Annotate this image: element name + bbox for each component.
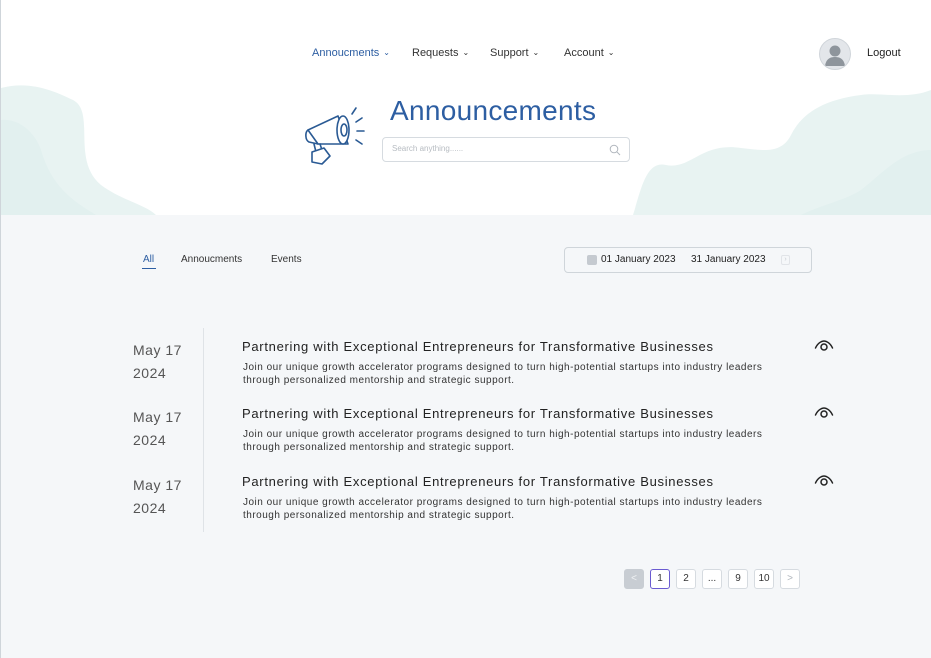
view-eye-icon[interactable] [814,474,834,488]
date-range-start[interactable]: 01 January 2023 [601,254,676,265]
user-avatar-icon[interactable] [819,38,851,70]
date-range-picker[interactable]: 01 January 2023 31 January 2023 › [564,247,812,273]
pagination-prev-button[interactable]: < [624,569,644,589]
search-input[interactable] [390,143,604,154]
calendar-icon [587,255,597,265]
item-description: Join our unique growth accelerator progr… [243,362,763,386]
top-navigation: Annoucments ⌄ Requests ⌄ Support ⌄ Accou… [0,47,931,63]
item-date-year: 2024 [133,432,167,448]
item-title[interactable]: Partnering with Exceptional Entrepreneur… [242,474,714,489]
tab-all[interactable]: All [143,254,154,265]
date-range-end[interactable]: 31 January 2023 [691,254,766,265]
pagination-page-2[interactable]: 2 [676,569,696,589]
nav-annoucments-label: Annoucments [312,47,380,59]
list-item: May 17 2024 Partnering with Exceptional … [0,339,931,408]
view-eye-icon[interactable] [814,339,834,353]
nav-requests-label: Requests [412,47,459,59]
nav-account[interactable]: Account ⌄ [564,47,614,59]
item-date-year: 2024 [133,500,167,516]
item-title[interactable]: Partnering with Exceptional Entrepreneur… [242,406,714,421]
active-tab-underline [142,268,156,269]
item-title[interactable]: Partnering with Exceptional Entrepreneur… [242,339,714,354]
clear-date-icon[interactable]: › [781,255,790,265]
tab-annoucments[interactable]: Annoucments [181,254,242,265]
nav-support-label: Support [490,47,529,59]
megaphone-icon [305,107,365,165]
search-icon[interactable] [609,144,621,156]
item-date-month-day: May 17 [133,477,182,493]
search-box [382,137,630,162]
chevron-down-icon: ⌄ [532,47,540,57]
page-title: Announcements [390,95,597,126]
item-date-month-day: May 17 [133,409,182,425]
chevron-down-icon: ⌄ [383,47,390,57]
nav-account-label: Account [564,47,604,59]
item-description: Join our unique growth accelerator progr… [243,497,763,521]
pagination-ellipsis: ... [702,569,722,589]
pagination-page-10[interactable]: 10 [754,569,774,589]
pagination-page-1[interactable]: 1 [650,569,670,589]
item-date-month-day: May 17 [133,342,182,358]
item-description: Join our unique growth accelerator progr… [243,429,763,453]
list-item: May 17 2024 Partnering with Exceptional … [0,406,931,475]
tab-events[interactable]: Events [271,254,302,265]
pagination-page-9[interactable]: 9 [728,569,748,589]
nav-annoucments[interactable]: Annoucments ⌄ [312,47,390,59]
item-date-year: 2024 [133,365,167,381]
pagination-next-button[interactable]: > [780,569,800,589]
chevron-down-icon: ⌄ [462,47,470,57]
nav-support[interactable]: Support ⌄ [490,47,539,59]
logout-link[interactable]: Logout [867,47,901,59]
view-eye-icon[interactable] [814,406,834,420]
nav-requests[interactable]: Requests ⌄ [412,47,469,59]
chevron-down-icon: ⌄ [607,47,615,57]
list-item: May 17 2024 Partnering with Exceptional … [0,474,931,543]
